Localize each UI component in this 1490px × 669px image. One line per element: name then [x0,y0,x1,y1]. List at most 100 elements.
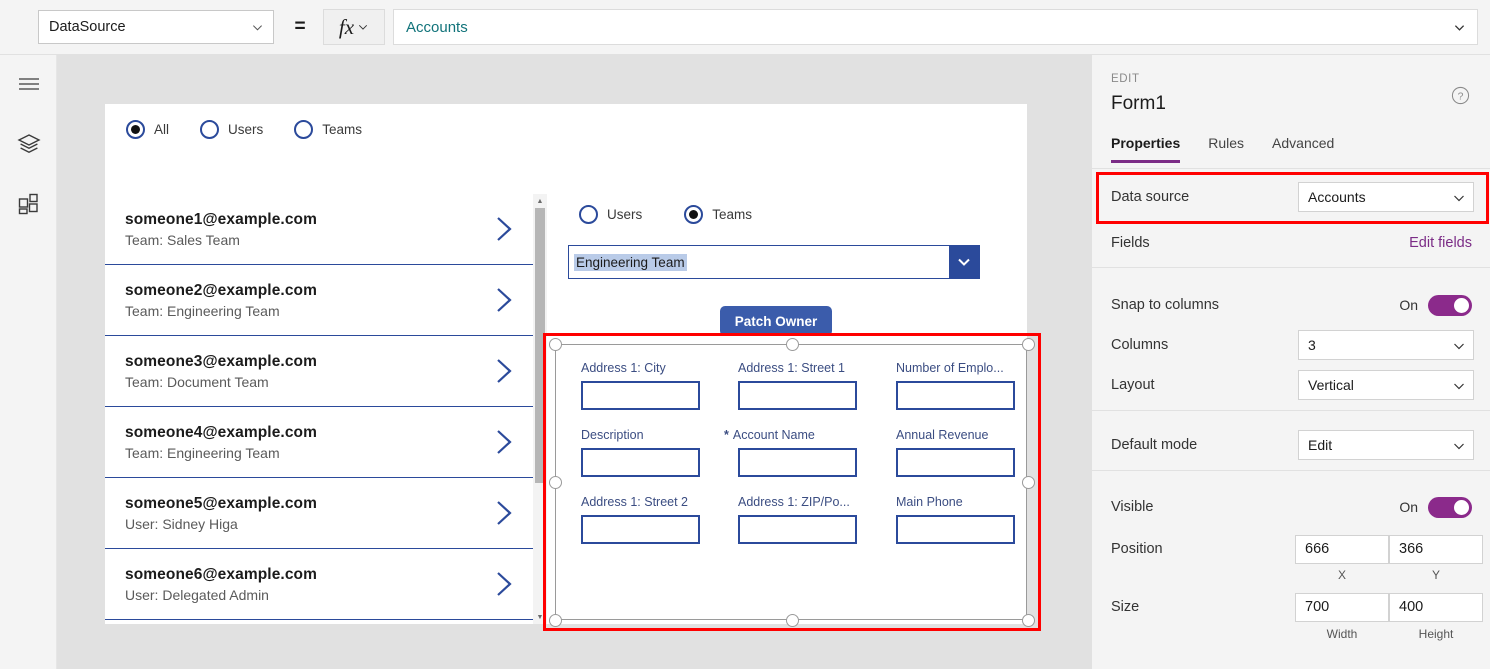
edit-fields-link[interactable]: Edit fields [1409,235,1472,251]
property-selector-value: DataSource [49,19,126,35]
gallery-row[interactable]: someone4@example.com Team: Engineering T… [105,407,533,478]
snap-to-columns-toggle[interactable]: On [1399,294,1472,316]
team-dropdown-value-wrap: Engineering Team [569,246,949,278]
formula-bar: DataSource = fx Accounts [0,0,1490,55]
radio-owner-teams[interactable]: Teams [684,205,752,224]
edit-form-control[interactable]: Address 1: City Address 1: Street 1 Numb… [549,338,1035,627]
divider [1092,168,1490,169]
required-asterisk: * [724,428,729,442]
visible-toggle[interactable]: On [1399,496,1472,518]
scroll-down-arrow-icon[interactable]: ▼ [533,610,547,624]
tab-advanced[interactable]: Advanced [1272,135,1334,163]
fields-label: Fields [1111,235,1150,251]
gallery-row-subtitle: User: Delegated Admin [125,586,269,603]
equals-sign: = [294,16,306,37]
gallery-row[interactable]: someone3@example.com Team: Document Team [105,336,533,407]
radio-users[interactable]: Users [200,120,263,139]
form-field-address1-city: Address 1: City [581,361,700,410]
field-input[interactable] [738,448,857,477]
size-width-input[interactable]: 700 [1295,592,1389,622]
scroll-up-arrow-icon[interactable]: ▲ [533,194,547,208]
app-canvas: All Users Teams someone1@example.com Tea… [105,104,1041,631]
chevron-right-icon[interactable] [487,428,521,456]
resize-handle-bottom-right[interactable] [1022,614,1035,627]
row-position: Position 666 366 [1092,529,1490,569]
field-input[interactable] [896,381,1015,410]
gallery-row[interactable]: someone2@example.com Team: Engineering T… [105,265,533,336]
patch-owner-button[interactable]: Patch Owner [720,306,832,336]
radio-label: All [154,122,170,137]
team-dropdown-value: Engineering Team [574,253,687,271]
properties-panel: EDIT Form1 ? Properties Rules Advanced D… [1091,55,1490,669]
gallery-row-title: someone2@example.com [125,281,317,299]
expand-formula-chevron-icon[interactable] [1454,22,1465,33]
field-label-wrap: * Account Name [724,428,857,442]
gallery-row-subtitle: User: Sidney Higa [125,515,238,532]
data-source-dropdown[interactable]: Accounts [1298,182,1474,212]
resize-handle-bottom-center[interactable] [786,614,799,627]
field-label: Account Name [732,428,815,442]
form-field-address1-zip: Address 1: ZIP/Po... [738,495,857,544]
gallery-row[interactable]: someone1@example.com Team: Sales Team [105,194,533,265]
gallery-row[interactable]: someone5@example.com User: Sidney Higa [105,478,533,549]
row-fields: Fields Edit fields [1092,223,1490,263]
hamburger-menu-button[interactable] [0,60,57,108]
team-dropdown[interactable]: Engineering Team [568,245,980,279]
form-field-number-of-employees: Number of Emplo... [896,361,1015,410]
resize-handle-top-right[interactable] [1022,338,1035,351]
tab-rules[interactable]: Rules [1208,135,1244,163]
resize-handle-bottom-left[interactable] [549,614,562,627]
resize-handle-middle-right[interactable] [1022,476,1035,489]
row-layout: Layout Vertical [1092,365,1490,405]
chevron-right-icon[interactable] [487,570,521,598]
gallery-scrollbar[interactable]: ▲ ▼ [533,194,547,624]
gallery-row[interactable]: someone6@example.com User: Delegated Adm… [105,549,533,620]
help-icon[interactable]: ? [1451,86,1470,105]
snap-to-columns-state: On [1399,297,1418,313]
form-field-annual-revenue: Annual Revenue [896,428,1015,477]
position-x-input[interactable]: 666 [1295,534,1389,564]
field-input[interactable] [581,515,700,544]
field-input[interactable] [896,448,1015,477]
radio-all[interactable]: All [126,120,169,139]
tree-view-button[interactable] [0,120,57,168]
snap-to-columns-label: Snap to columns [1111,297,1220,313]
resize-handle-top-left[interactable] [549,338,562,351]
data-source-value: Accounts [1308,189,1366,205]
field-input[interactable] [738,381,857,410]
toggle-switch-icon [1428,294,1472,316]
visible-label: Visible [1111,499,1154,515]
resize-handle-top-center[interactable] [786,338,799,351]
form-field-main-phone: Main Phone [896,495,1015,544]
radio-owner-users[interactable]: Users [579,205,642,224]
size-height-input[interactable]: 400 [1389,592,1483,622]
chevron-right-icon[interactable] [487,286,521,314]
radio-teams[interactable]: Teams [294,120,362,139]
components-grid-icon [18,193,40,215]
property-selector-dropdown[interactable]: DataSource [38,10,274,44]
chevron-right-icon[interactable] [487,215,521,243]
team-dropdown-toggle[interactable] [949,246,979,278]
fx-function-button[interactable]: fx [323,9,385,45]
radio-dot-icon [294,120,314,139]
insert-components-button[interactable] [0,180,57,228]
field-input[interactable] [581,448,700,477]
tab-properties[interactable]: Properties [1111,135,1181,163]
field-input[interactable] [896,515,1015,544]
chevron-right-icon[interactable] [487,357,521,385]
resize-handle-middle-left[interactable] [549,476,562,489]
layout-dropdown[interactable]: Vertical [1298,370,1474,400]
default-mode-dropdown[interactable]: Edit [1298,430,1474,460]
field-input[interactable] [738,515,857,544]
position-y-input[interactable]: 366 [1389,534,1483,564]
chevron-down-icon [1453,192,1464,203]
user-gallery[interactable]: someone1@example.com Team: Sales Team so… [105,194,533,624]
scrollbar-thumb[interactable] [535,208,545,483]
columns-dropdown[interactable]: 3 [1298,330,1474,360]
formula-input[interactable]: Accounts [393,9,1478,45]
field-input[interactable] [581,381,700,410]
size-height-caption: Height [1418,627,1454,641]
chevron-right-icon[interactable] [487,499,521,527]
size-label: Size [1111,599,1140,615]
gallery-row-title: someone5@example.com [125,494,317,512]
